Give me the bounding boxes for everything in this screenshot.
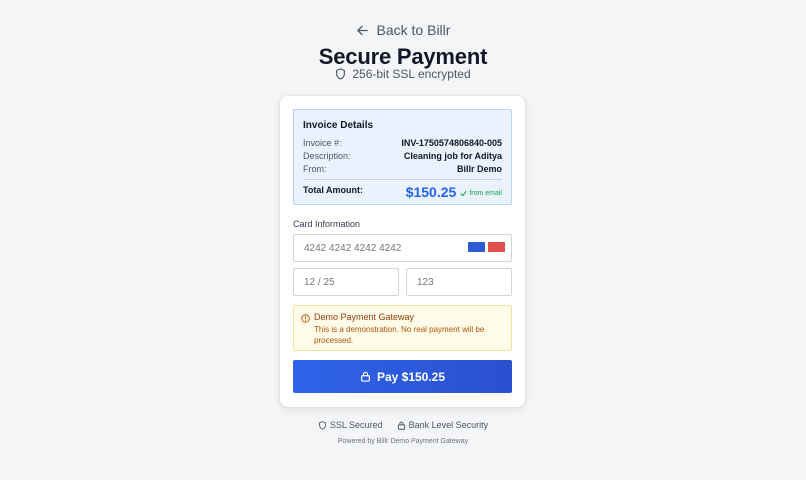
payment-card: Invoice Details Invoice #: INV-175057480… xyxy=(280,96,525,407)
invoice-divider xyxy=(303,179,502,180)
ssl-note: 256-bit SSL encrypted xyxy=(0,67,806,81)
back-link-label: Back to Billr xyxy=(376,22,451,38)
description-value: Cleaning job for Aditya xyxy=(403,151,502,161)
card-brand-red-icon xyxy=(488,242,505,252)
ssl-badge-label: SSL Secured xyxy=(329,420,383,430)
ssl-badge: SSL Secured xyxy=(318,420,383,430)
alert-circle-icon xyxy=(301,314,310,323)
powered-by: Powered by Billr Demo Payment Gateway xyxy=(337,438,469,445)
bank-security-label: Bank Level Security xyxy=(408,420,489,430)
total-label: Total Amount: xyxy=(303,185,363,195)
from-email-text: from email xyxy=(469,190,502,197)
demo-notice: Demo Payment Gateway This is a demonstra… xyxy=(293,305,512,351)
from-row: From: Billr Demo xyxy=(303,163,502,176)
total-row: Total Amount: $150.25 from email xyxy=(303,184,502,200)
description-row: Description: Cleaning job for Aditya xyxy=(303,150,502,163)
card-brand-blue-icon xyxy=(468,242,485,252)
invoice-number-row: Invoice #: INV-1750574806840-005 xyxy=(303,137,502,150)
bank-security-badge: Bank Level Security xyxy=(397,420,489,430)
check-icon xyxy=(460,190,467,197)
security-badges: SSL Secured Bank Level Security xyxy=(0,420,806,430)
notice-title: Demo Payment Gateway xyxy=(314,312,415,322)
ssl-note-text: 256-bit SSL encrypted xyxy=(352,67,471,81)
cvc-input[interactable] xyxy=(406,268,512,296)
from-email-note: from email xyxy=(460,190,502,197)
from-value: Billr Demo xyxy=(456,164,502,174)
invoice-title: Invoice Details xyxy=(303,120,374,131)
notice-body: This is a demonstration. No real payment… xyxy=(314,325,485,345)
pay-button-label: Pay $150.25 xyxy=(376,369,446,384)
card-info-label: Card Information xyxy=(293,219,361,229)
shield-icon xyxy=(336,68,346,80)
back-link[interactable]: Back to Billr xyxy=(0,22,806,38)
lock-icon xyxy=(361,371,370,382)
expiry-input[interactable] xyxy=(293,268,399,296)
invoice-details: Invoice Details Invoice #: INV-175057480… xyxy=(293,109,512,205)
total-amount: $150.25 xyxy=(405,184,457,200)
lock-icon xyxy=(397,421,405,430)
description-label: Description: xyxy=(303,151,351,161)
invoice-number-label: Invoice #: xyxy=(303,138,342,148)
shield-icon xyxy=(319,420,326,430)
invoice-number-value: INV-1750574806840-005 xyxy=(401,138,502,148)
from-label: From: xyxy=(303,164,327,174)
arrow-left-icon xyxy=(356,25,368,35)
pay-button[interactable]: Pay $150.25 xyxy=(293,360,512,393)
